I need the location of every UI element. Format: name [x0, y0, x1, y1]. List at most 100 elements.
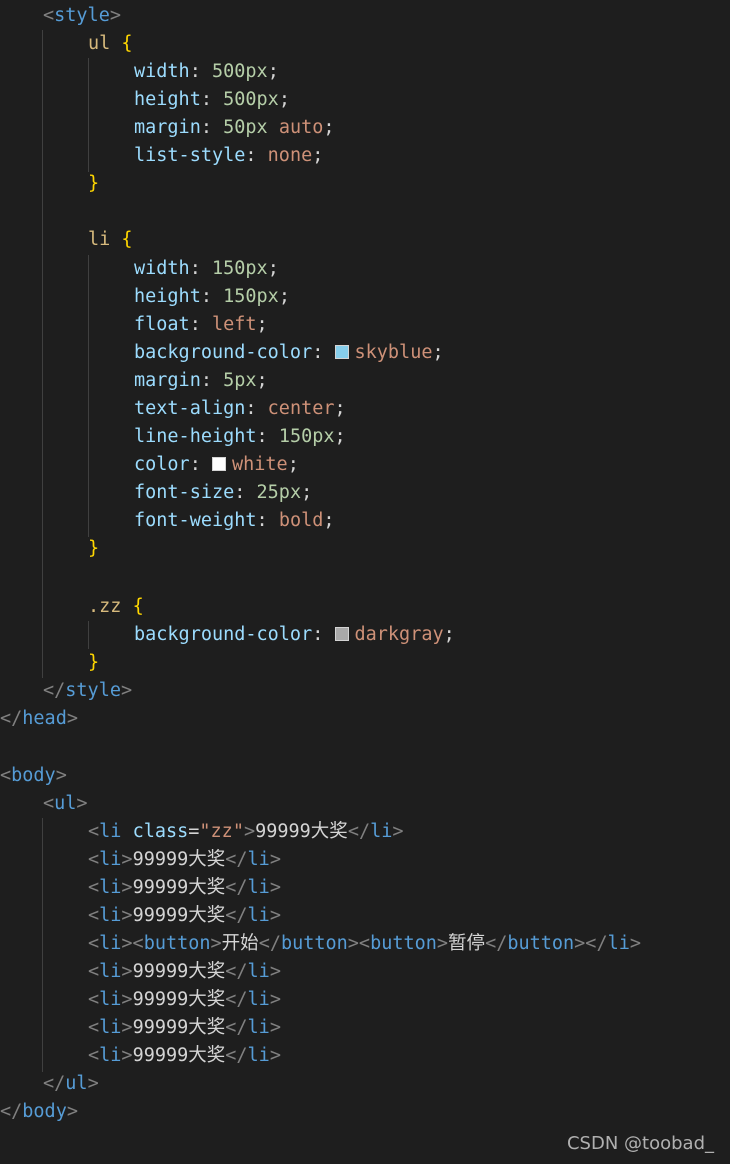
code-line-ul-selector: ul { — [88, 33, 133, 54]
prize-text: 99999大奖 — [132, 877, 226, 898]
css-property: margin — [134, 370, 201, 391]
style-tag: style — [65, 680, 121, 701]
ul-selector: ul — [88, 33, 111, 54]
css-value: 150px — [211, 258, 268, 279]
li-tag: li — [99, 1017, 122, 1038]
code-line-close-brace: } — [88, 538, 100, 559]
css-value: 500px — [211, 61, 268, 82]
ul-tag: ul — [65, 1073, 88, 1094]
start-text: 开始 — [221, 933, 259, 954]
code-line-close-brace: } — [88, 173, 100, 194]
li-tag: li — [607, 933, 630, 954]
li-tag: li — [247, 1017, 270, 1038]
css-declaration: width: 500px; — [134, 61, 279, 82]
color-swatch-icon[interactable] — [334, 345, 349, 359]
css-declaration: margin: 50px auto; — [134, 117, 335, 138]
prize-text: 99999大奖 — [132, 1045, 226, 1066]
li-tag: li — [370, 821, 393, 842]
code-editor[interactable]: <style> ul { width: 500px; height: 500px… — [0, 0, 730, 1164]
li-tag: li — [99, 961, 122, 982]
code-line-li: <li>99999大奖</li> — [88, 1017, 281, 1038]
code-line-zz-selector: .zz { — [88, 596, 144, 617]
css-declaration: list-style: none; — [134, 145, 324, 166]
code-line-style-open: <style> — [43, 5, 121, 26]
zz-selector: .zz — [88, 596, 122, 617]
css-declaration: color: white; — [134, 454, 299, 475]
css-declaration: margin: 5px; — [134, 370, 268, 391]
code-line-li: <li>99999大奖</li> — [88, 849, 281, 870]
css-property: line-height — [134, 426, 257, 447]
button-tag: button — [280, 933, 348, 954]
css-property: color — [134, 454, 190, 475]
code-line-li: <li>99999大奖</li> — [88, 1045, 281, 1066]
css-property: width — [134, 258, 190, 279]
code-line-li: <li>99999大奖</li> — [88, 961, 281, 982]
css-value: 150px — [223, 286, 279, 307]
li-tag: li — [247, 989, 270, 1010]
css-value: skyblue — [354, 342, 433, 363]
body-tag: body — [11, 765, 56, 786]
li-tag: li — [247, 905, 270, 926]
indent-guide — [88, 58, 89, 172]
code-line-head-close: </head> — [0, 708, 78, 729]
css-property: list-style — [134, 145, 246, 166]
li-tag: li — [99, 1045, 122, 1066]
css-property: background-color — [134, 342, 313, 363]
li-tag: li — [99, 821, 122, 842]
css-value: darkgray — [354, 624, 444, 645]
li-tag: li — [99, 877, 122, 898]
code-line-body-close: </body> — [0, 1101, 78, 1122]
css-declaration: background-color: skyblue; — [134, 342, 444, 363]
button-tag: button — [143, 933, 211, 954]
css-value: left — [211, 314, 257, 335]
code-line-li: <li>99999大奖</li> — [88, 989, 281, 1010]
li-tag: li — [247, 849, 270, 870]
css-declaration: background-color: darkgray; — [134, 624, 455, 645]
prize-text: 99999大奖 — [132, 905, 226, 926]
attr-value: "zz" — [199, 821, 244, 842]
indent-guide — [88, 621, 89, 649]
prize-text: 99999大奖 — [132, 1017, 226, 1038]
css-declaration: width: 150px; — [134, 258, 279, 279]
css-declaration: font-size: 25px; — [134, 482, 313, 503]
css-value: bold — [278, 510, 324, 531]
css-value: none — [267, 145, 313, 166]
css-property: font-weight — [134, 510, 257, 531]
attr-name: class — [132, 821, 189, 842]
css-declaration: font-weight: bold; — [134, 510, 335, 531]
prize-text: 99999大奖 — [255, 821, 348, 842]
css-property: width — [134, 61, 190, 82]
css-value: 5px — [223, 370, 257, 391]
li-tag: li — [247, 1045, 270, 1066]
css-value: 25px — [256, 482, 302, 503]
code-line-close-brace: } — [88, 652, 100, 673]
css-declaration: height: 500px; — [134, 89, 290, 110]
css-declaration: float: left; — [134, 314, 268, 335]
css-value: center — [267, 398, 335, 419]
color-swatch-icon[interactable] — [211, 457, 226, 471]
css-value: 150px — [278, 426, 335, 447]
code-line-ul-open: <ul> — [43, 793, 88, 814]
code-line-ul-close: </ul> — [43, 1073, 99, 1094]
css-property: margin — [134, 117, 201, 138]
ul-tag: ul — [54, 793, 77, 814]
li-tag: li — [247, 877, 270, 898]
li-tag: li — [99, 933, 122, 954]
li-selector: li — [88, 229, 111, 250]
color-swatch-icon[interactable] — [334, 627, 349, 641]
li-tag: li — [99, 989, 122, 1010]
indent-guide — [42, 30, 43, 678]
watermark: CSDN @toobad_ — [566, 1133, 714, 1154]
css-property: height — [134, 286, 201, 307]
pause-text: 暂停 — [448, 933, 486, 954]
css-value: 50px — [223, 117, 268, 138]
css-declaration: line-height: 150px; — [134, 426, 346, 447]
css-property: text-align — [134, 398, 246, 419]
code-line-li: <li>99999大奖</li> — [88, 905, 281, 926]
button-tag: button — [507, 933, 575, 954]
prize-text: 99999大奖 — [132, 989, 226, 1010]
css-value: 500px — [223, 89, 279, 110]
code-line-li-buttons: <li><button>开始</button><button>暂停</butto… — [88, 933, 642, 954]
button-tag: button — [370, 933, 437, 954]
code-line-body-open: <body> — [0, 765, 67, 786]
